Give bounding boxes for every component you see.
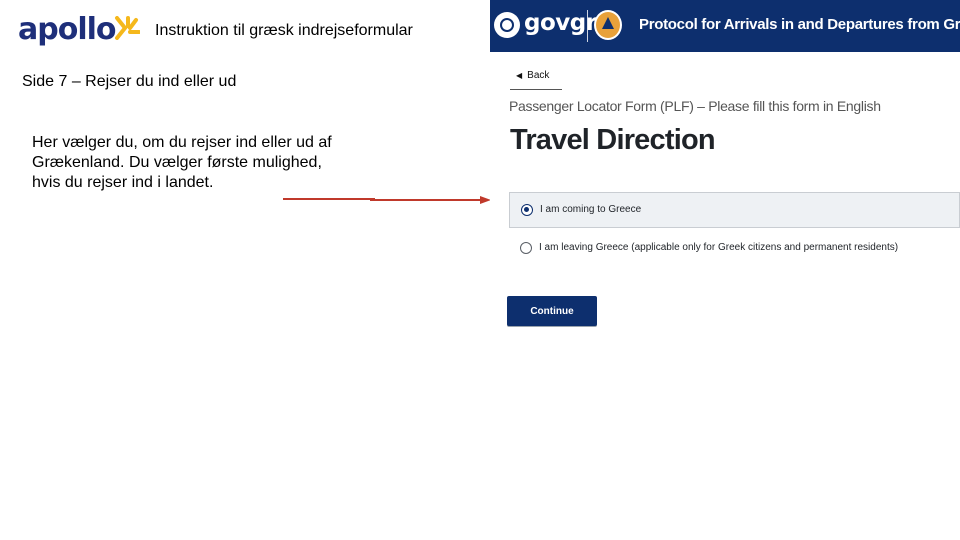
civil-protection-icon	[594, 10, 622, 40]
apollo-logo: apollo	[18, 12, 143, 52]
option-coming-to-greece[interactable]: I am coming to Greece	[509, 192, 960, 228]
apollo-logo-text: apollo	[18, 12, 117, 47]
radio-leaving[interactable]	[520, 242, 532, 254]
step-title: Side 7 – Rejser du ind eller ud	[22, 73, 237, 90]
back-link[interactable]: ◀ Back	[516, 70, 549, 81]
header-divider	[587, 10, 588, 42]
page-title: Travel Direction	[510, 124, 716, 156]
back-label: Back	[527, 70, 550, 81]
greek-emblem-icon	[494, 12, 520, 38]
header-title: Protocol for Arrivals in and Departures …	[639, 16, 960, 33]
instruction-text: Her vælger du, om du rejser ind eller ud…	[32, 134, 332, 191]
plf-screenshot: govgr Protocol for Arrivals in and Depar…	[490, 0, 960, 540]
continue-button[interactable]: Continue	[507, 296, 597, 326]
option-label-leaving: I am leaving Greece (applicable only for…	[539, 242, 899, 253]
caret-left-icon: ◀	[516, 71, 523, 80]
govgr-logo: govgr	[524, 10, 597, 36]
back-underline	[510, 89, 562, 90]
gov-header-bar: govgr Protocol for Arrivals in and Depar…	[490, 0, 960, 52]
annotation-underline	[283, 198, 375, 200]
slide-title: Instruktion til græsk indrejseformular	[155, 22, 413, 39]
annotation-arrow	[370, 196, 491, 204]
option-leaving-greece[interactable]: I am leaving Greece (applicable only for…	[509, 231, 960, 267]
radio-coming[interactable]	[521, 204, 533, 216]
apollo-sun-icon	[115, 16, 140, 40]
form-subtitle: Passenger Locator Form (PLF) – Please fi…	[509, 98, 881, 114]
option-label-coming: I am coming to Greece	[540, 204, 642, 215]
